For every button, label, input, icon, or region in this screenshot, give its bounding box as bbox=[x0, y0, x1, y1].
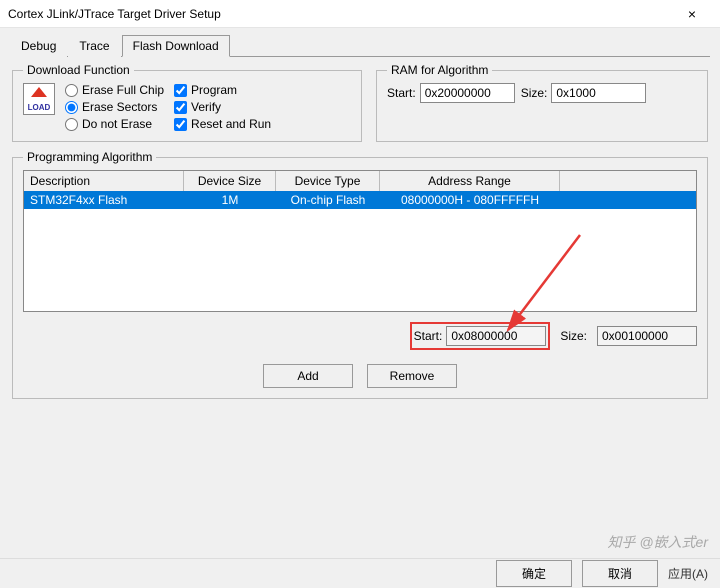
apply-link[interactable]: 应用(A) bbox=[668, 565, 708, 582]
th-device-size[interactable]: Device Size bbox=[184, 171, 276, 191]
ram-size-label: Size: bbox=[521, 86, 548, 100]
th-device-type[interactable]: Device Type bbox=[276, 171, 380, 191]
cell-device-size: 1M bbox=[184, 191, 276, 209]
cell-device-type: On-chip Flash bbox=[276, 191, 380, 209]
radio-erase-sectors[interactable]: Erase Sectors bbox=[65, 100, 164, 114]
load-icon: LOAD bbox=[23, 83, 55, 115]
th-description[interactable]: Description bbox=[24, 171, 184, 191]
check-program[interactable]: Program bbox=[174, 83, 271, 97]
table-row[interactable]: STM32F4xx Flash 1M On-chip Flash 0800000… bbox=[24, 191, 696, 209]
ram-size-input[interactable] bbox=[551, 83, 646, 103]
tab-trace[interactable]: Trace bbox=[68, 35, 120, 57]
flash-start-label: Start: bbox=[414, 329, 443, 343]
watermark: 知乎 @嵌入式er bbox=[607, 532, 708, 552]
window-title: Cortex JLink/JTrace Target Driver Setup bbox=[8, 7, 672, 21]
check-verify[interactable]: Verify bbox=[174, 100, 271, 114]
flash-size-label: Size: bbox=[560, 329, 587, 343]
th-spacer bbox=[560, 171, 696, 191]
download-function-group: Download Function LOAD Erase Full Chip E… bbox=[12, 63, 362, 142]
cancel-button[interactable]: 取消 bbox=[582, 560, 658, 587]
programming-algorithm-legend: Programming Algorithm bbox=[23, 150, 156, 164]
radio-do-not-erase[interactable]: Do not Erase bbox=[65, 117, 164, 131]
remove-button[interactable]: Remove bbox=[367, 364, 457, 388]
cell-address-range: 08000000H - 080FFFFFH bbox=[380, 191, 560, 209]
tab-flash-download[interactable]: Flash Download bbox=[122, 35, 230, 57]
download-function-legend: Download Function bbox=[23, 63, 134, 77]
tab-debug[interactable]: Debug bbox=[10, 35, 67, 57]
ram-algorithm-legend: RAM for Algorithm bbox=[387, 63, 492, 77]
cell-description: STM32F4xx Flash bbox=[24, 191, 184, 209]
ram-start-label: Start: bbox=[387, 86, 416, 100]
th-address-range[interactable]: Address Range bbox=[380, 171, 560, 191]
tab-strip: Debug Trace Flash Download bbox=[10, 34, 710, 57]
ram-start-input[interactable] bbox=[420, 83, 515, 103]
check-reset-and-run[interactable]: Reset and Run bbox=[174, 117, 271, 131]
flash-start-input[interactable] bbox=[446, 326, 546, 346]
programming-algorithm-group: Programming Algorithm Description Device… bbox=[12, 150, 708, 399]
ok-button[interactable]: 确定 bbox=[496, 560, 572, 587]
ram-algorithm-group: RAM for Algorithm Start: Size: bbox=[376, 63, 708, 142]
close-icon[interactable]: × bbox=[672, 6, 712, 22]
algorithm-table[interactable]: Description Device Size Device Type Addr… bbox=[23, 170, 697, 312]
flash-size-input[interactable] bbox=[597, 326, 697, 346]
flash-start-highlight: Start: bbox=[410, 322, 551, 350]
radio-erase-full-chip[interactable]: Erase Full Chip bbox=[65, 83, 164, 97]
add-button[interactable]: Add bbox=[263, 364, 353, 388]
